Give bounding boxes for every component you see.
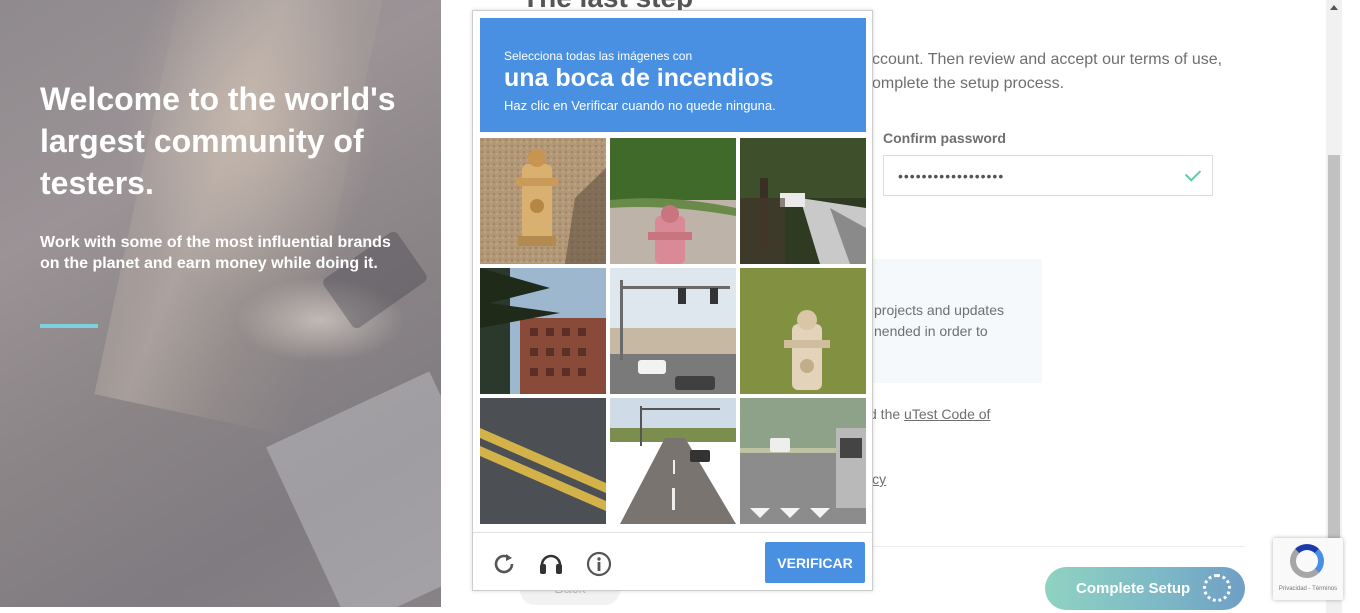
captcha-tile-4[interactable]	[480, 268, 606, 394]
captcha-tile-7[interactable]	[480, 398, 606, 524]
audio-icon[interactable]	[537, 549, 565, 577]
captcha-tile-6[interactable]	[740, 268, 866, 394]
complete-setup-label: Complete Setup	[1076, 580, 1191, 597]
confirm-password-input[interactable]	[883, 155, 1213, 196]
recaptcha-links[interactable]: Privacidad - Términos	[1273, 586, 1343, 592]
spinner-icon	[1203, 574, 1231, 602]
form-divider	[860, 546, 1245, 547]
scroll-up-arrow-icon[interactable]	[1330, 5, 1338, 10]
verify-button[interactable]: VERIFICAR	[765, 542, 865, 583]
captcha-footer-divider	[473, 532, 872, 533]
hero-panel: Welcome to the world's largest community…	[0, 0, 441, 607]
code-of-conduct-link[interactable]: uTest Code of	[904, 406, 990, 422]
agree-text: d the uTest Code of	[869, 406, 990, 422]
complete-setup-button[interactable]: Complete Setup	[1045, 567, 1245, 610]
recaptcha-badge[interactable]: Privacidad - Términos	[1273, 538, 1343, 600]
hero-background-image	[94, 0, 386, 436]
captcha-tile-8[interactable]	[610, 398, 736, 524]
scrollbar-thumb[interactable]	[1328, 155, 1340, 539]
confirm-password-label: Confirm password	[883, 130, 1006, 146]
captcha-challenge: Selecciona todas las imágenes con una bo…	[472, 10, 873, 591]
captcha-header: Selecciona todas las imágenes con una bo…	[480, 18, 866, 132]
captcha-tile-3[interactable]	[740, 138, 866, 264]
info-text: projects and updates nended in order to	[874, 302, 1004, 339]
hero-title: Welcome to the world's largest community…	[40, 81, 396, 201]
captcha-target: una boca de incendios	[504, 64, 774, 92]
form-intro-text: ccount. Then review and accept our terms…	[872, 51, 1223, 92]
captcha-instruction: Selecciona todas las imágenes con	[504, 49, 693, 63]
info-icon[interactable]	[585, 550, 613, 578]
captcha-tile-5[interactable]	[610, 268, 736, 394]
captcha-tile-2[interactable]	[610, 138, 736, 264]
recaptcha-logo-icon	[1290, 544, 1324, 578]
captcha-note: Haz clic en Verificar cuando no quede ni…	[504, 98, 776, 113]
captcha-tile-9[interactable]	[740, 398, 866, 524]
captcha-tile-1[interactable]	[480, 138, 606, 264]
reload-icon[interactable]	[490, 550, 518, 578]
hero-subtitle: Work with some of the most influential b…	[40, 234, 391, 272]
agree-prefix: d the	[869, 406, 905, 422]
hero-accent-bar	[40, 324, 98, 328]
